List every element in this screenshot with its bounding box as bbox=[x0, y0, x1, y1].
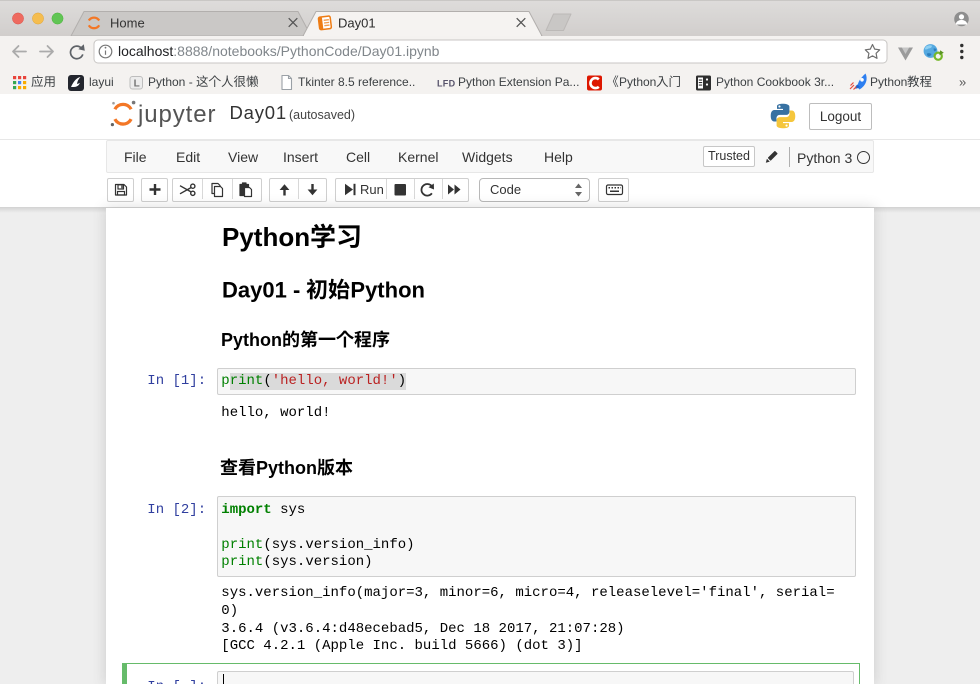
svg-text:L: L bbox=[134, 79, 140, 90]
svg-text:localhost:8888/notebooks/Pytho: localhost:8888/notebooks/PythonCode/Day0… bbox=[118, 43, 440, 59]
svg-text:Day01: Day01 bbox=[338, 16, 376, 31]
svg-text:Home: Home bbox=[110, 16, 145, 31]
svg-text:LFD: LFD bbox=[437, 79, 456, 89]
svg-text:»: » bbox=[959, 75, 966, 90]
svg-text:Run: Run bbox=[360, 182, 384, 197]
